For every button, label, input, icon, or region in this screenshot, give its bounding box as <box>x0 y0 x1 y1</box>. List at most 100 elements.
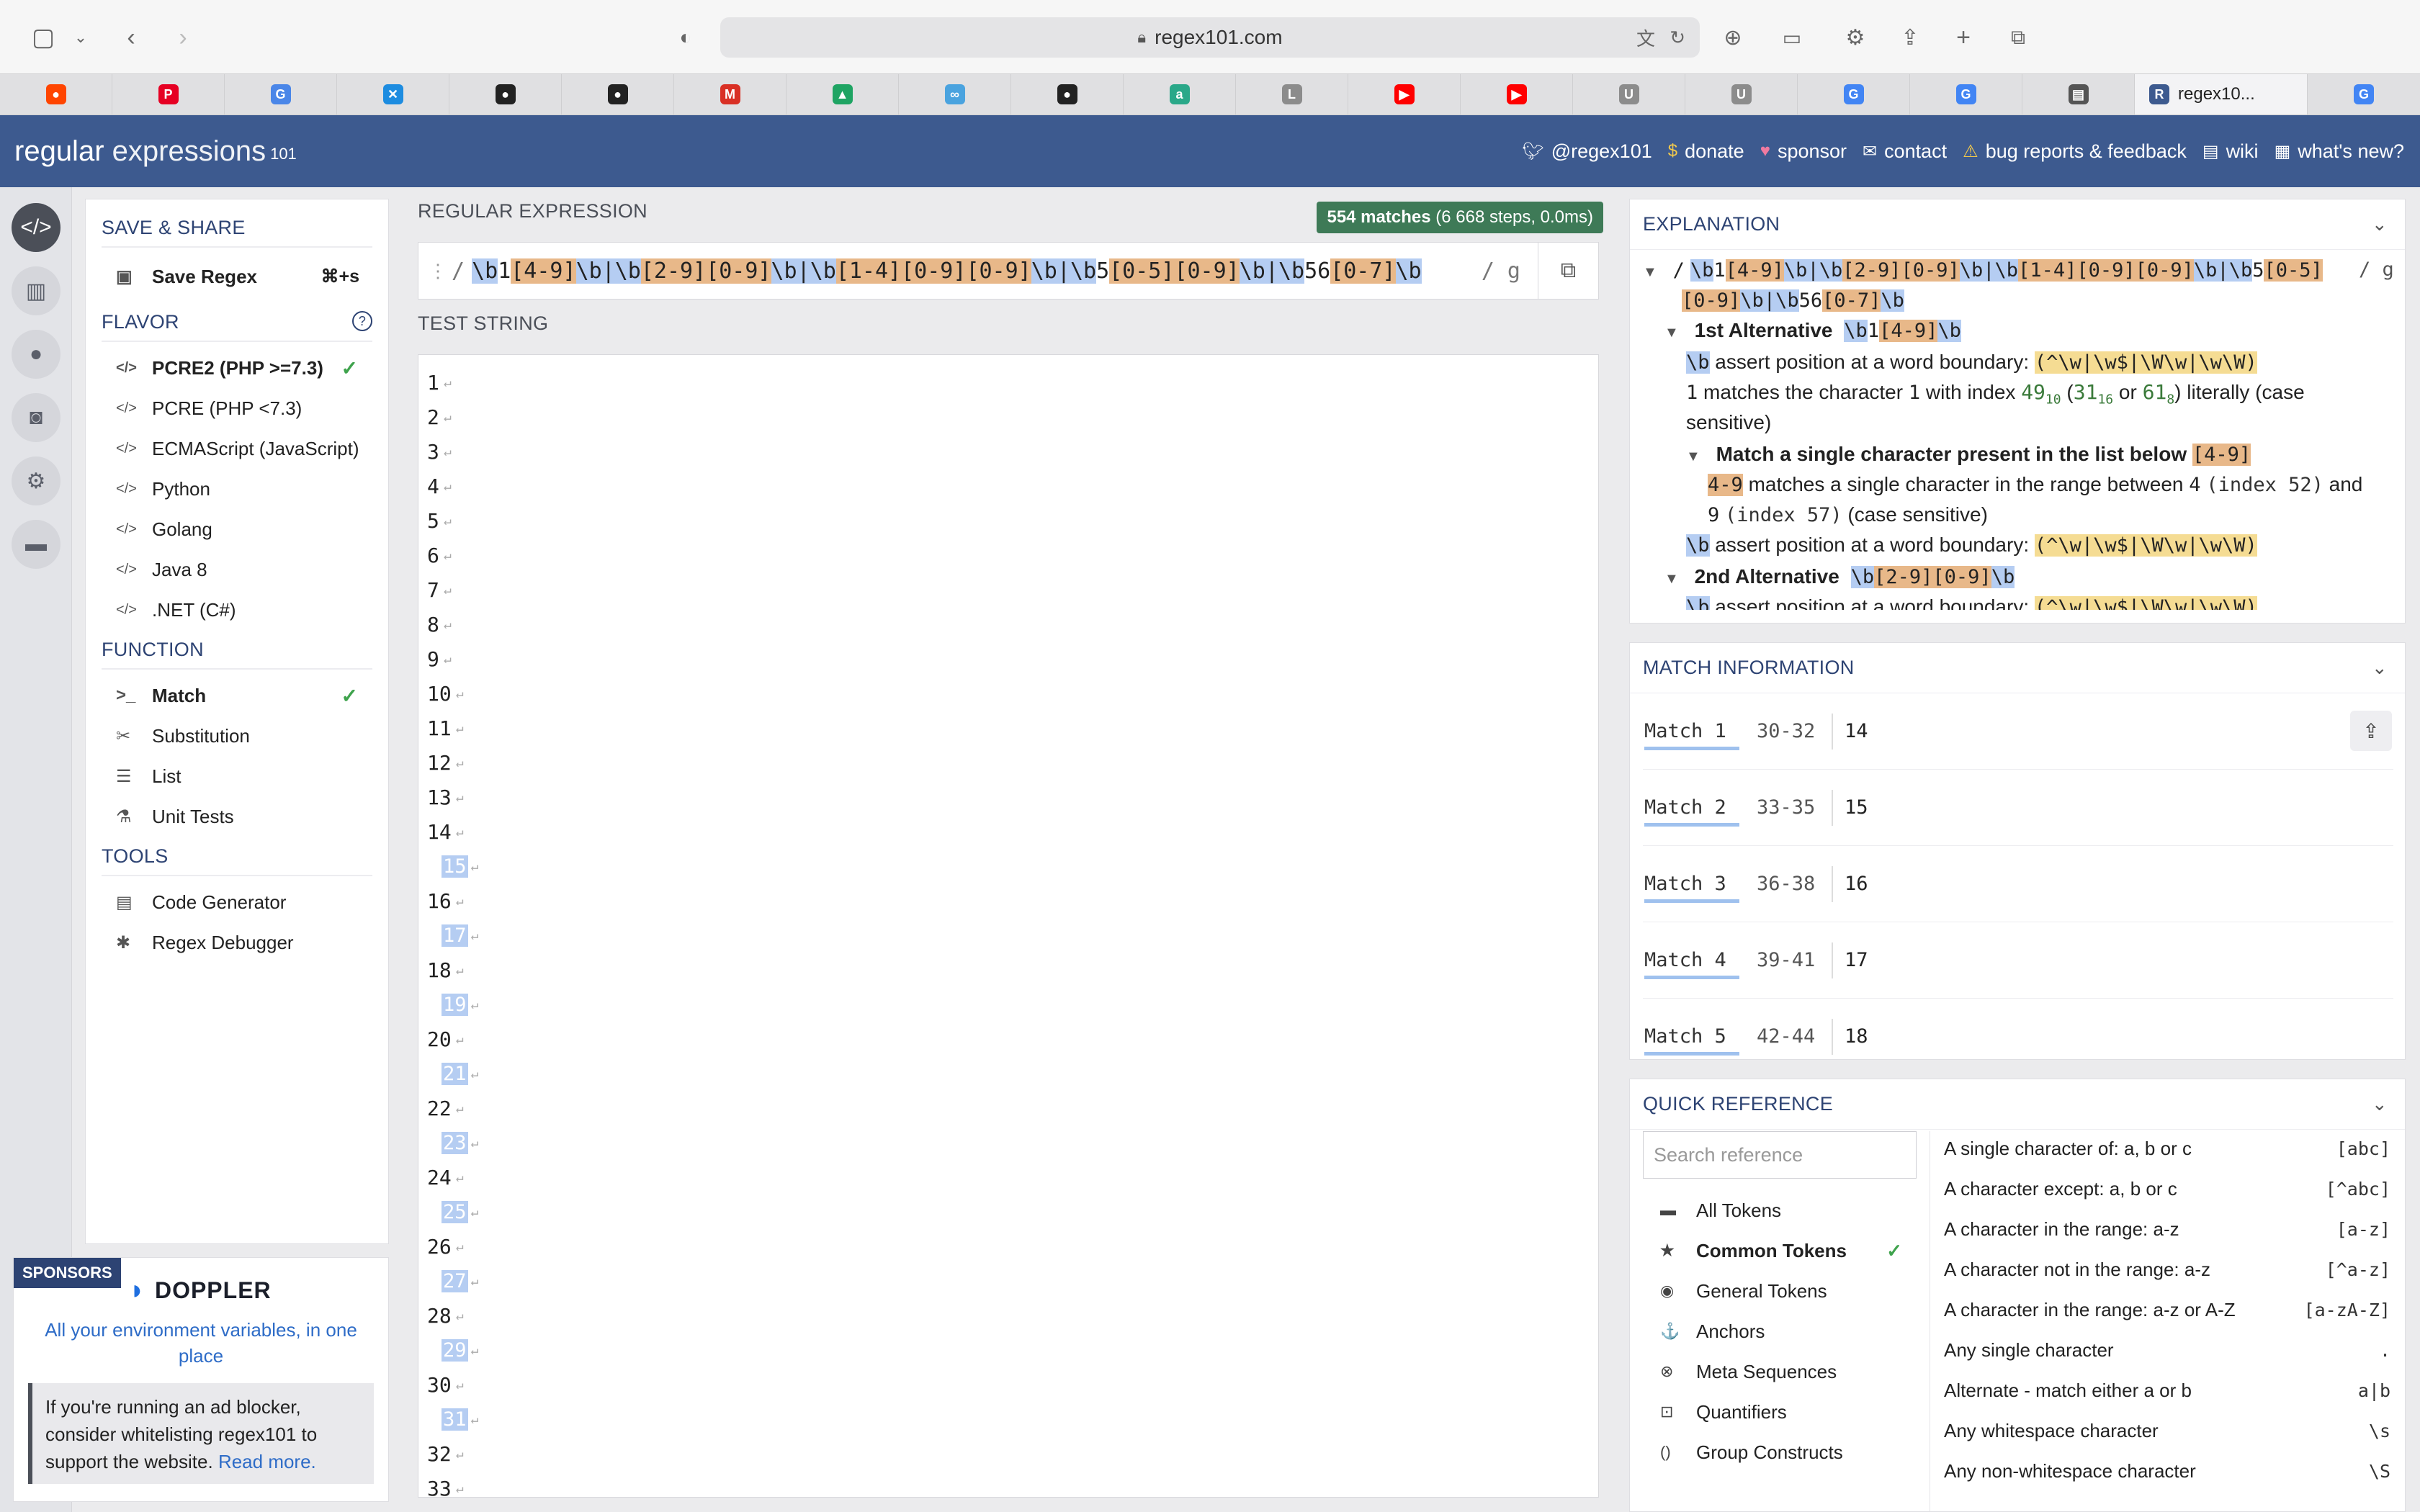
tool-code-generator[interactable]: ▤ Code Generator <box>102 882 372 922</box>
flavor-ecmascript-javascript[interactable]: </> ECMAScript (JavaScript) <box>102 428 372 469</box>
match-row[interactable]: Match 3 36-38 16 <box>1643 846 2393 922</box>
browser-tab[interactable]: ● <box>1011 74 1124 114</box>
flavor-pcre2-php-7-3[interactable]: </> PCRE2 (PHP >=7.3) ✓ <box>102 348 372 388</box>
reload-icon[interactable]: ↻ <box>1670 27 1685 49</box>
reference-item[interactable]: Any whitespace character \s <box>1944 1410 2390 1451</box>
match-row[interactable]: Match 1 30-32 14 <box>1643 693 2393 770</box>
regex-flags[interactable]: / g <box>1482 258 1520 284</box>
collapse-triangle-icon[interactable]: ▼ <box>1686 449 1700 464</box>
flavor-golang[interactable]: </> Golang <box>102 509 372 549</box>
browser-tab[interactable]: L <box>1236 74 1348 114</box>
logo[interactable]: regular expressions 101 <box>14 135 297 168</box>
reference-item[interactable]: A character not in the range: a-z [^a-z] <box>1944 1249 2390 1290</box>
explanation-header[interactable]: EXPLANATION ⌄ <box>1630 199 2405 250</box>
ref-category-anchors[interactable]: ⚓ Anchors <box>1643 1311 1917 1351</box>
browser-tab[interactable]: G <box>225 74 337 114</box>
ref-category-group-constructs[interactable]: () Group Constructs <box>1643 1432 1917 1472</box>
browser-tab[interactable]: G <box>2308 74 2420 114</box>
alt2-node[interactable]: ▼ 2nd Alternative \b[2-9][0-9]\b <box>1664 562 2015 593</box>
header-link-wiki[interactable]: ▤ wiki <box>2202 140 2259 163</box>
quick-reference-header[interactable]: QUICK REFERENCE ⌄ <box>1630 1079 2405 1130</box>
save-regex-button[interactable]: ▣ Save Regex ⌘+s <box>102 256 372 297</box>
collapse-triangle-icon[interactable]: ▼ <box>1664 571 1679 587</box>
sponsor-tagline[interactable]: All your environment variables, in one p… <box>42 1317 359 1369</box>
reference-item[interactable]: A character in the range: a-z or A-Z [a-z… <box>1944 1290 2390 1330</box>
browser-tab[interactable]: ● <box>0 74 112 114</box>
match-row[interactable]: Match 4 39-41 17 <box>1643 922 2393 999</box>
help-icon[interactable]: ? <box>352 311 372 331</box>
tool-regex-debugger[interactable]: ✱ Regex Debugger <box>102 922 372 963</box>
browser-tab-active[interactable]: Rregex10... <box>2135 74 2308 114</box>
header-link-regex101[interactable]: 🐦︎ @regex101 <box>1522 140 1652 163</box>
match-row[interactable]: Match 5 42-44 18 <box>1643 999 2393 1059</box>
quiz-icon[interactable]: ◙ <box>12 393 60 442</box>
browser-tab[interactable]: ▶ <box>1348 74 1461 114</box>
read-more-link[interactable]: Read more. <box>218 1451 316 1472</box>
tab-overview-icon[interactable]: ⧉ <box>2002 22 2034 53</box>
browser-tab[interactable]: G <box>1798 74 1910 114</box>
browser-tab[interactable]: ▲ <box>786 74 899 114</box>
collapse-triangle-icon[interactable]: ▼ <box>1643 264 1657 280</box>
reference-item[interactable]: Alternate - match either a or b a|b <box>1944 1370 2390 1410</box>
browser-tab[interactable]: ● <box>449 74 562 114</box>
extension-icon[interactable]: ▭ <box>1776 22 1808 53</box>
match-row[interactable]: Match 2 33-35 15 <box>1643 770 2393 846</box>
header-link-contact[interactable]: ✉ contact <box>1863 140 1947 163</box>
drag-handle-icon[interactable]: ⋮ <box>429 260 447 282</box>
browser-tab[interactable]: ✕ <box>337 74 449 114</box>
reference-search-input[interactable]: Search reference <box>1643 1131 1917 1179</box>
test-string-input[interactable]: 1 ↵ 2 ↵ 3 ↵ 4 ↵ 5 ↵ 6 ↵ 7 ↵ 8 ↵ 9 ↵ 10 ↵ 11 ↵ 12 ↵ 13 ↵ 14 ↵ 15 ↵ 16 ↵ 1… <box>418 354 1599 1498</box>
share-icon[interactable]: ⇪ <box>1894 22 1926 53</box>
flavor-java-8[interactable]: </> Java 8 <box>102 549 372 590</box>
sidebar-toggle-icon[interactable]: ▢ <box>27 22 59 53</box>
browser-tab[interactable]: ▶ <box>1461 74 1573 114</box>
browser-tab[interactable]: ● <box>562 74 674 114</box>
ref-category-quantifiers[interactable]: ⊡ Quantifiers <box>1643 1392 1917 1432</box>
browser-tab[interactable]: a <box>1124 74 1236 114</box>
browser-tab[interactable]: M <box>674 74 786 114</box>
reference-item[interactable]: A single character of: a, b or c [abc] <box>1944 1128 2390 1169</box>
header-link-sponsor[interactable]: ♥ sponsor <box>1760 140 1847 163</box>
chevron-down-icon[interactable]: ⌄ <box>2372 1093 2388 1115</box>
browser-tab[interactable]: ▤ <box>2022 74 2135 114</box>
chat-icon[interactable]: ▬ <box>12 520 60 569</box>
ref-category-general-tokens[interactable]: ◉ General Tokens <box>1643 1271 1917 1311</box>
browser-tab[interactable]: ∞ <box>899 74 1011 114</box>
function-unit-tests[interactable]: ⚗ Unit Tests <box>102 796 372 837</box>
list-node[interactable]: ▼ Match a single character present in th… <box>1686 440 2251 471</box>
function-list[interactable]: ☰ List <box>102 756 372 796</box>
ref-category-meta-sequences[interactable]: ⊗ Meta Sequences <box>1643 1351 1917 1392</box>
translate-icon[interactable]: 文 <box>1636 24 1655 51</box>
chevron-down-icon[interactable]: ⌄ <box>2372 657 2388 679</box>
doppler-logo[interactable]: ◗ DOPPLER <box>129 1275 272 1306</box>
header-link-donate[interactable]: $ donate <box>1668 140 1744 163</box>
privacy-shield-icon[interactable]: ◐ <box>670 22 702 53</box>
flavor-python[interactable]: </> Python <box>102 469 372 509</box>
account-icon[interactable]: ● <box>12 330 60 379</box>
alt1-node[interactable]: ▼ 1st Alternative \b1[4-9]\b <box>1664 316 1961 347</box>
flavor-net-c[interactable]: </> .NET (C#) <box>102 590 372 630</box>
header-link-what-s-new[interactable]: ▦ what's new? <box>2275 140 2404 163</box>
browser-tab[interactable]: U <box>1573 74 1685 114</box>
browser-tab[interactable]: G <box>1910 74 2022 114</box>
settings-icon[interactable]: ⚙ <box>1839 22 1871 53</box>
address-bar[interactable]: 🔒︎ regex101.com 文 ↻ <box>720 17 1700 58</box>
reference-item[interactable]: A character except: a, b or c [^abc] <box>1944 1169 2390 1209</box>
flavor-pcre-php-7-3[interactable]: </> PCRE (PHP <7.3) <box>102 388 372 428</box>
function-match[interactable]: >_ Match ✓ <box>102 675 372 716</box>
reference-item[interactable]: Any single character. <box>1944 1330 2390 1370</box>
library-icon[interactable]: ▥ <box>12 266 60 315</box>
ref-category-common-tokens[interactable]: ★ Common Tokens ✓ <box>1643 1230 1917 1271</box>
forward-icon[interactable]: › <box>167 22 199 53</box>
download-icon[interactable]: ⊕ <box>1717 22 1749 53</box>
back-icon[interactable]: ‹ <box>115 22 147 53</box>
chevron-down-icon[interactable]: ⌄ <box>2372 213 2388 235</box>
copy-icon[interactable]: ⧉ <box>1538 243 1598 299</box>
reference-item[interactable]: A character in the range: a-z [a-z] <box>1944 1209 2390 1249</box>
reference-item[interactable]: Any non-whitespace character \S <box>1944 1451 2390 1491</box>
chevron-down-icon[interactable]: ⌄ <box>65 22 97 53</box>
settings-icon[interactable]: ⚙ <box>12 456 60 505</box>
match-information-header[interactable]: MATCH INFORMATION ⌄ <box>1630 643 2405 693</box>
regex-input[interactable]: ⋮ / \b1[4-9]\b|\b[2-9][0-9]\b|\b[1-4][0-… <box>418 242 1599 300</box>
header-link-bug-reports-feedback[interactable]: ⚠ bug reports & feedback <box>1963 140 2187 163</box>
